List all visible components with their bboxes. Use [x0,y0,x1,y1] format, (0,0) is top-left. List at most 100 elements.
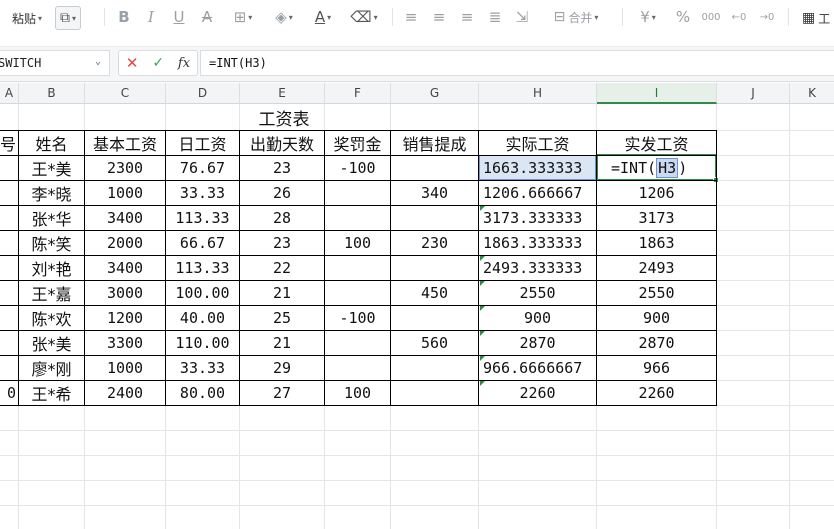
cell-base[interactable]: 1000 [85,180,165,205]
cell-actual[interactable]: 900 [479,305,596,330]
cell-days[interactable]: 23 [240,155,324,180]
cell-name[interactable]: 李*晓 [19,180,84,205]
table-style-button[interactable]: ▦ 工 [802,6,830,30]
cell-bonus[interactable] [325,355,390,380]
column-header-F[interactable]: F [325,83,391,104]
currency-format-button[interactable]: ¥ ▾ [634,7,662,27]
cell-paid[interactable]: 1206 [597,180,716,205]
cell-actual[interactable]: 2870 [479,330,596,355]
cell-bonus[interactable] [325,330,390,355]
name-box[interactable]: SWITCH ⌄ [0,50,110,76]
increase-decimal-icon[interactable]: ←0 [730,7,748,27]
cell-bonus[interactable] [325,255,390,280]
cell-daily[interactable]: 113.33 [166,255,239,280]
cell-bonus[interactable]: -100 [325,305,390,330]
cell-days[interactable]: 28 [240,205,324,230]
cell-name[interactable]: 张*美 [19,330,84,355]
wrap-text-icon[interactable]: ⇲ [513,7,531,27]
cell-sales[interactable]: 560 [391,330,478,355]
cell-base[interactable]: 1000 [85,355,165,380]
cell-sales[interactable] [391,155,478,180]
cell-actual[interactable]: 2550 [479,280,596,305]
chevron-down-icon[interactable]: ⌄ [95,56,101,67]
error-indicator-icon[interactable] [480,356,485,361]
cell-bonus[interactable] [325,180,390,205]
column-header-J[interactable]: J [717,83,790,104]
error-indicator-icon[interactable] [480,206,485,211]
cell-no[interactable]: 0 [0,380,18,405]
cell-base[interactable]: 2300 [85,155,165,180]
italic-icon[interactable]: I [143,7,159,27]
eraser-icon[interactable]: ⌫ ▾ [348,7,380,27]
cell-days[interactable]: 27 [240,380,324,405]
cell-sales[interactable] [391,305,478,330]
column-header-I[interactable]: I [597,83,717,104]
cell-paid[interactable]: 2550 [597,280,716,305]
fill-color-icon[interactable]: ◈ ▾ [269,7,299,27]
cell-bonus[interactable]: 100 [325,230,390,255]
strikethrough-icon[interactable]: A [199,7,215,27]
column-header-G[interactable]: G [391,83,479,104]
cell-bonus[interactable] [325,205,390,230]
error-indicator-icon[interactable] [480,256,485,261]
cell-daily[interactable]: 33.33 [166,180,239,205]
cell-actual[interactable]: 1663.333333 [479,155,596,180]
cell-paid[interactable]: 900 [597,305,716,330]
cell-paid[interactable]: 2870 [597,330,716,355]
cell-sales[interactable]: 230 [391,230,478,255]
merge-button[interactable]: ⊟ 合并 ▾ [546,7,606,27]
font-color-icon[interactable]: A ▾ [308,7,338,27]
function-icon[interactable]: fx [178,56,190,71]
cell-name[interactable]: 张*华 [19,205,84,230]
column-header-A[interactable]: A [0,83,19,104]
cell-daily[interactable]: 66.67 [166,230,239,255]
cell-name[interactable]: 王*希 [19,380,84,405]
cell-daily[interactable]: 76.67 [166,155,239,180]
cell-daily[interactable]: 100.00 [166,280,239,305]
cell-daily[interactable]: 110.00 [166,330,239,355]
underline-icon[interactable]: U [171,7,187,27]
cell-paid[interactable]: 2493 [597,255,716,280]
cell-name[interactable]: 陈*欢 [19,305,84,330]
cell-paid[interactable]: 3173 [597,205,716,230]
cell-days[interactable]: 21 [240,330,324,355]
cell-days[interactable]: 29 [240,355,324,380]
cell-sales[interactable]: 340 [391,180,478,205]
cell-sales[interactable] [391,205,478,230]
cell-actual[interactable]: 1863.333333 [479,230,596,255]
paste-button[interactable]: 粘贴 ▾ [12,6,42,30]
align-center-icon[interactable]: ≡ [431,7,447,27]
error-indicator-icon[interactable] [480,281,485,286]
confirm-icon[interactable]: ✓ [152,55,164,71]
cell-daily[interactable]: 40.00 [166,305,239,330]
cell-base[interactable]: 3400 [85,205,165,230]
cell-days[interactable]: 25 [240,305,324,330]
column-header-H[interactable]: H [479,83,597,104]
cell-paid[interactable]: 2260 [597,380,716,405]
cell-actual[interactable]: 2260 [479,380,596,405]
percent-format-button[interactable]: % [675,7,691,27]
cell-bonus[interactable]: -100 [325,155,390,180]
cancel-icon[interactable]: ✕ [126,54,139,72]
cell-sales[interactable] [391,380,478,405]
cell-base[interactable]: 2000 [85,230,165,255]
cell-base[interactable]: 3300 [85,330,165,355]
cell-base[interactable]: 3400 [85,255,165,280]
cell-bonus[interactable] [325,280,390,305]
cell-actual[interactable]: 2493.333333 [479,255,596,280]
justify-icon[interactable]: ≣ [487,7,503,27]
cell-base[interactable]: 1200 [85,305,165,330]
align-right-icon[interactable]: ≡ [459,7,475,27]
cell-days[interactable]: 21 [240,280,324,305]
cell-base[interactable]: 3000 [85,280,165,305]
error-indicator-icon[interactable] [480,381,485,386]
column-header-C[interactable]: C [85,83,166,104]
cell-base[interactable]: 2400 [85,380,165,405]
error-indicator-icon[interactable] [480,306,485,311]
bold-icon[interactable]: B [116,7,132,27]
formula-input[interactable]: =INT(H3) [200,50,834,76]
cell-paid-editing[interactable]: =INT(H3) [597,155,716,180]
cell-name[interactable]: 陈*笑 [19,230,84,255]
column-header-E[interactable]: E [240,83,325,104]
cell-daily[interactable]: 33.33 [166,355,239,380]
